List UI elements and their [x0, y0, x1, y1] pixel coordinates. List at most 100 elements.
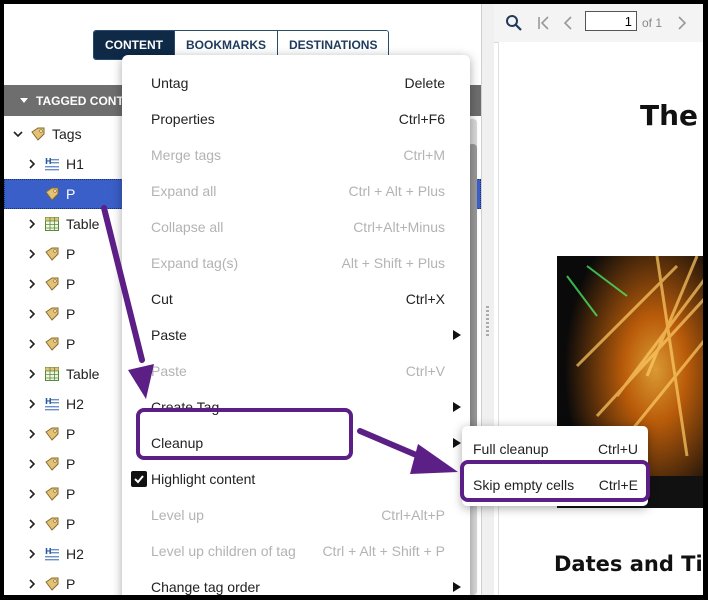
- tree-item-label: Table: [66, 216, 100, 232]
- menu-item-merge-tags: Merge tags Ctrl+M: [122, 137, 470, 173]
- menu-item-shortcut: Ctrl+Alt+P: [381, 507, 445, 523]
- menu-item-paste[interactable]: Paste: [122, 317, 470, 353]
- app-frame: CONTENT BOOKMARKS DESTINATIONS TAGGED CO…: [4, 4, 703, 595]
- menu-item-shortcut: Ctrl+Alt+Minus: [353, 219, 445, 235]
- table-tag-icon: [44, 216, 60, 232]
- tree-item-label: P: [66, 516, 76, 532]
- menu-item-label: Expand tag(s): [151, 255, 239, 271]
- chevron-right-icon[interactable]: [24, 396, 40, 412]
- skip-empty-cells-highlight-box: [460, 460, 650, 502]
- document-toolbar: of 1: [494, 4, 703, 43]
- tree-item-label: P: [66, 456, 76, 472]
- tag-icon: [44, 186, 60, 202]
- menu-item-label: Highlight content: [151, 471, 256, 487]
- menu-item-cut[interactable]: Cut Ctrl+X: [122, 281, 470, 317]
- menu-item-properties[interactable]: Properties Ctrl+F6: [122, 101, 470, 137]
- tag-icon: [44, 276, 60, 292]
- tag-icon: [44, 246, 60, 262]
- chevron-right-icon[interactable]: [24, 276, 40, 292]
- collapse-caret-icon: [20, 98, 28, 103]
- chevron-right-icon[interactable]: [24, 306, 40, 322]
- splitter-grip-icon[interactable]: [486, 306, 489, 336]
- tag-icon: [44, 306, 60, 322]
- menu-item-highlight-content[interactable]: Highlight content: [122, 461, 470, 497]
- chevron-right-icon[interactable]: [24, 336, 40, 352]
- menu-item-label: Collapse all: [151, 219, 224, 235]
- tree-item-label: P: [66, 276, 76, 292]
- chevron-right-icon[interactable]: [24, 456, 40, 472]
- menu-item-level-up: Level up Ctrl+Alt+P: [122, 497, 470, 533]
- tree-item-label: H1: [66, 156, 84, 172]
- context-menu: Untag Delete Properties Ctrl+F6 Merge tags Ct…: [122, 55, 470, 595]
- tag-icon: [44, 456, 60, 472]
- menu-item-change-tag-order[interactable]: Change tag order: [122, 569, 470, 595]
- menu-item-label: Properties: [151, 111, 215, 127]
- previous-page-icon[interactable]: [558, 13, 578, 33]
- chevron-right-icon[interactable]: [24, 246, 40, 262]
- menu-item-label: Paste: [151, 363, 187, 379]
- menu-item-untag[interactable]: Untag Delete: [122, 65, 470, 101]
- menu-item-label: Merge tags: [151, 147, 222, 163]
- chevron-right-icon[interactable]: [24, 156, 40, 172]
- tree-item-label: Table: [66, 366, 100, 382]
- menu-item-level-up-children-of-tag: Level up children of tag Ctrl + Alt + Shi…: [122, 533, 470, 569]
- page-number-input[interactable]: [585, 11, 637, 31]
- menu-item-expand-tag-s: Expand tag(s) Alt + Shift + Plus: [122, 245, 470, 281]
- chevron-right-icon[interactable]: [24, 216, 40, 232]
- submenu-arrow-icon: [453, 330, 461, 340]
- menu-item-shortcut: Ctrl + Alt + Plus: [348, 183, 445, 199]
- heading-tag-icon: H: [44, 396, 60, 412]
- menu-item-shortcut: Ctrl + Alt + Shift + P: [322, 543, 445, 559]
- heading-tag-icon: H: [44, 156, 60, 172]
- submenu-arrow-icon: [453, 582, 461, 592]
- tree-item-label: H2: [66, 396, 84, 412]
- submenu-arrow-icon: [453, 438, 461, 448]
- first-page-icon[interactable]: [534, 13, 554, 33]
- svg-text:H: H: [45, 157, 52, 166]
- tree-item-label: P: [66, 426, 76, 442]
- chevron-right-icon[interactable]: [24, 426, 40, 442]
- tree-item-label: P: [66, 306, 76, 322]
- tree-item-label: P: [66, 336, 76, 352]
- chevron-right-icon[interactable]: [24, 486, 40, 502]
- menu-item-collapse-all: Collapse all Ctrl+Alt+Minus: [122, 209, 470, 245]
- chevron-down-icon[interactable]: [10, 126, 26, 142]
- menu-item-shortcut: Ctrl+M: [403, 147, 445, 163]
- next-page-icon[interactable]: [672, 13, 692, 33]
- menu-item-paste: Paste Ctrl+V: [122, 353, 470, 389]
- menu-item-label: Level up: [151, 507, 204, 523]
- chevron-right-icon[interactable]: [24, 516, 40, 532]
- menu-item-shortcut: Ctrl+V: [405, 363, 445, 379]
- tree-item-label: P: [66, 576, 76, 592]
- tag-icon: [44, 336, 60, 352]
- menu-item-expand-all: Expand all Ctrl + Alt + Plus: [122, 173, 470, 209]
- search-icon[interactable]: [504, 13, 524, 33]
- menu-item-label: Expand all: [151, 183, 217, 199]
- tag-icon: [44, 426, 60, 442]
- page-count: of 1: [642, 16, 663, 30]
- document-viewer: of 1 The A: [494, 4, 703, 595]
- checkbox-checked-icon[interactable]: [131, 471, 147, 487]
- menu-item-shortcut: Ctrl+F6: [398, 111, 445, 127]
- document-page: The A Dates an: [498, 42, 703, 595]
- heading-tag-icon: H: [44, 546, 60, 562]
- document-subheading: Dates and Tick: [554, 552, 703, 576]
- panel-splitter[interactable]: [481, 4, 495, 595]
- menu-item-shortcut: Alt + Shift + Plus: [341, 255, 446, 271]
- chevron-right-icon[interactable]: [24, 366, 40, 382]
- tree-item-label: P: [66, 486, 76, 502]
- tag-icon: [44, 486, 60, 502]
- chevron-right-icon[interactable]: [24, 576, 40, 592]
- svg-text:H: H: [45, 397, 52, 406]
- menu-item-label: Untag: [151, 75, 189, 91]
- tag-icon: [30, 126, 46, 142]
- cleanup-highlight-box: [136, 408, 353, 460]
- submenu-item-shortcut: Ctrl+U: [597, 441, 638, 457]
- svg-text:H: H: [45, 547, 52, 556]
- chevron-right-icon[interactable]: [24, 546, 40, 562]
- submenu-item-label: Full cleanup: [473, 441, 549, 457]
- menu-item-label: Change tag order: [151, 579, 260, 595]
- tree-item-label: H2: [66, 546, 84, 562]
- menu-item-label: Paste: [151, 327, 187, 343]
